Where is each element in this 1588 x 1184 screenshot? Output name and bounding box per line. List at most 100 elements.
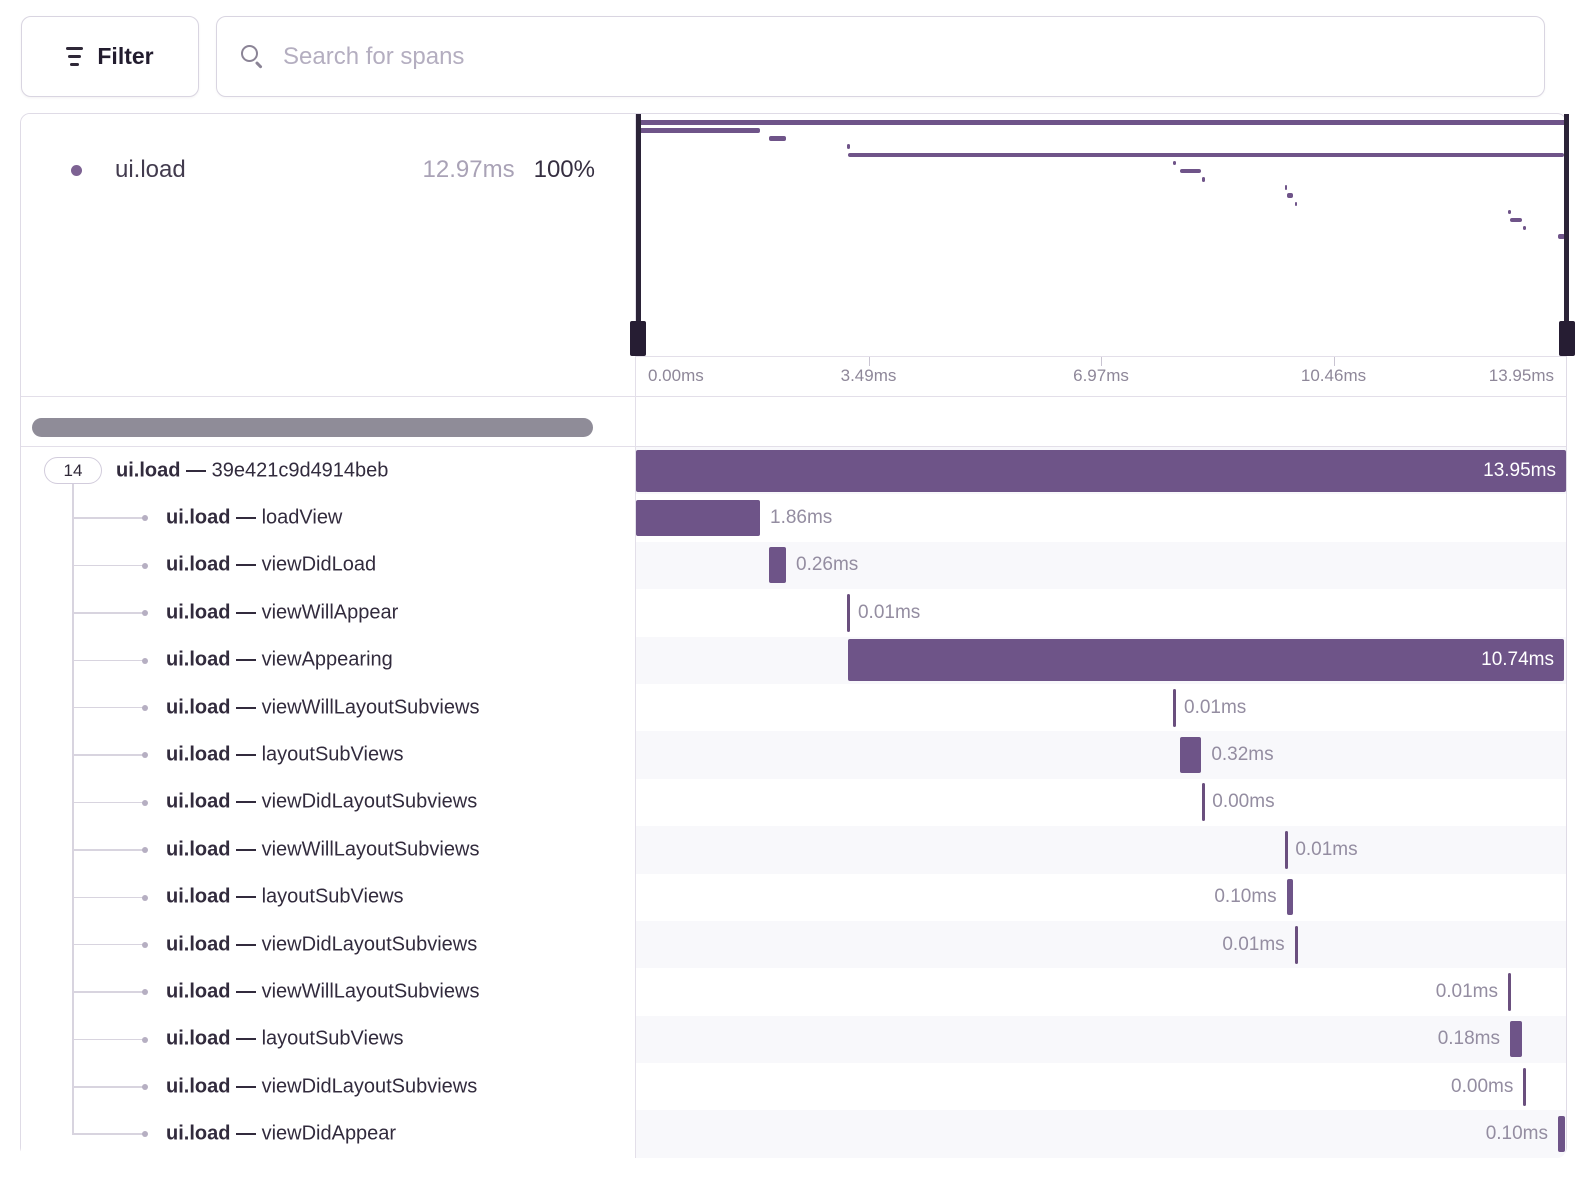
minimap-span-bar	[769, 136, 786, 141]
span-tree-cell: ui.load — viewDidLayoutSubviews	[21, 779, 635, 826]
span-search[interactable]	[216, 16, 1545, 97]
span-row[interactable]: 14 ui.load — 39e421c9d4914beb 13.95ms	[21, 447, 1566, 494]
tree-connector-dot	[142, 752, 148, 758]
axis-tick-mark	[1101, 357, 1102, 366]
span-title-separator: —	[230, 554, 261, 576]
viewport-left-handle[interactable]	[630, 321, 646, 356]
span-duration-bar[interactable]	[1285, 831, 1288, 869]
span-title-separator: —	[230, 791, 261, 813]
span-tree-cell: ui.load — loadView	[21, 494, 635, 541]
span-title-separator: —	[230, 744, 261, 766]
span-duration-bar[interactable]	[1508, 973, 1511, 1011]
axis-tick-mark	[869, 357, 870, 366]
span-title: ui.load — viewDidLayoutSubviews	[166, 933, 477, 956]
span-op: ui.load	[166, 744, 230, 766]
span-duration-bar[interactable]	[1558, 1116, 1565, 1152]
minimap-span-bar	[1295, 202, 1298, 207]
span-title-separator: —	[230, 507, 261, 529]
span-row[interactable]: ui.load — viewWillAppear0.01ms	[21, 589, 1566, 636]
tree-connector	[72, 565, 144, 567]
tree-connector	[72, 660, 144, 662]
tree-connector	[72, 849, 144, 851]
span-row[interactable]: ui.load — viewDidLayoutSubviews0.00ms	[21, 1063, 1566, 1110]
axis-tick-label: 10.46ms	[1301, 366, 1366, 386]
span-description: viewDidLayoutSubviews	[262, 791, 478, 813]
span-row[interactable]: ui.load — viewDidLayoutSubviews 0.01ms	[21, 921, 1566, 968]
span-title-separator: —	[180, 459, 211, 481]
span-duration-label: 1.86ms	[770, 507, 832, 529]
span-row[interactable]: ui.load — viewDidLoad0.26ms	[21, 542, 1566, 589]
span-duration-bar[interactable]	[1180, 737, 1201, 773]
span-duration-bar[interactable]	[1295, 926, 1298, 964]
span-title: ui.load — viewDidLayoutSubviews	[166, 1075, 477, 1098]
span-duration-bar[interactable]	[1173, 689, 1176, 727]
span-duration-bar[interactable]	[636, 500, 760, 536]
span-row[interactable]: ui.load — viewWillLayoutSubviews0.01ms	[21, 684, 1566, 731]
span-bar-cell: 0.00ms	[635, 779, 1566, 826]
ops-legend: ui.load 12.97ms 100%	[21, 114, 635, 356]
minimap-span-bar	[636, 128, 760, 133]
span-title-separator: —	[230, 886, 261, 908]
span-op: ui.load	[166, 649, 230, 671]
span-duration-label: 0.32ms	[1211, 744, 1273, 766]
span-op: ui.load	[166, 554, 230, 576]
tree-connector-dot	[142, 847, 148, 853]
span-description: loadView	[262, 507, 343, 529]
span-tree-cell: ui.load — viewWillLayoutSubviews	[21, 968, 635, 1015]
span-bar-cell: 0.10ms	[635, 1110, 1566, 1157]
minimap-span-bar	[1510, 218, 1522, 223]
axis-tick-label: 3.49ms	[841, 366, 897, 386]
minimap-span-bar	[1508, 210, 1511, 215]
span-row[interactable]: ui.load — viewWillLayoutSubviews0.01ms	[21, 826, 1566, 873]
span-duration-bar[interactable]	[847, 594, 850, 632]
span-duration-bar[interactable]	[1510, 1021, 1522, 1057]
span-duration-bar[interactable]	[769, 547, 786, 583]
span-title-separator: —	[230, 980, 261, 1002]
span-title: ui.load — layoutSubViews	[166, 1028, 404, 1051]
span-row[interactable]: ui.load — layoutSubViews 0.32ms	[21, 731, 1566, 778]
span-duration-label: 0.01ms	[1222, 934, 1284, 956]
span-title-separator: —	[230, 1075, 261, 1097]
tree-connector	[72, 612, 144, 614]
span-title: ui.load — 39e421c9d4914beb	[116, 459, 388, 482]
legend-row-ui-load: ui.load 12.97ms 100%	[71, 156, 595, 184]
span-row[interactable]: ui.load — viewWillLayoutSubviews0.01ms	[21, 968, 1566, 1015]
trace-waterfall-panel: ui.load 12.97ms 100% 0.00ms3.49ms6.97ms1…	[20, 113, 1567, 1157]
search-input[interactable]	[283, 43, 1520, 71]
span-row[interactable]: ui.load — layoutSubViews0.10ms	[21, 874, 1566, 921]
span-bar-cell: 0.01ms	[635, 589, 1566, 636]
span-description: layoutSubViews	[262, 744, 404, 766]
toolbar: Filter	[21, 16, 1545, 97]
span-op: ui.load	[116, 459, 180, 481]
trace-minimap[interactable]	[636, 114, 1566, 356]
span-row[interactable]: ui.load — loadView 1.86ms	[21, 494, 1566, 541]
time-axis-track: 0.00ms3.49ms6.97ms10.46ms13.95ms	[635, 356, 1566, 396]
span-tree-cell: ui.load — layoutSubViews	[21, 731, 635, 778]
span-op: ui.load	[166, 507, 230, 529]
span-op: ui.load	[166, 1028, 230, 1050]
child-count-badge[interactable]: 14	[44, 457, 102, 484]
tree-connector-dot	[142, 705, 148, 711]
horizontal-scrollbar-thumb[interactable]	[32, 418, 593, 437]
span-description: viewWillLayoutSubviews	[262, 696, 480, 718]
tree-connector	[72, 1133, 144, 1135]
span-row[interactable]: ui.load — viewDidLayoutSubviews0.00ms	[21, 779, 1566, 826]
span-duration-bar[interactable]: 13.95ms	[636, 450, 1566, 492]
span-row[interactable]: ui.load — viewAppearing10.74ms	[21, 637, 1566, 684]
span-row[interactable]: ui.load — layoutSubViews0.18ms	[21, 1016, 1566, 1063]
scroll-row	[21, 396, 1566, 447]
span-op: ui.load	[166, 696, 230, 718]
span-row[interactable]: ui.load — viewDidAppear0.10ms	[21, 1110, 1566, 1157]
span-tree-cell: ui.load — viewDidLayoutSubviews	[21, 921, 635, 968]
span-duration-bar[interactable]: 10.74ms	[848, 639, 1564, 681]
span-duration-bar[interactable]	[1523, 1068, 1526, 1106]
viewport-right-handle[interactable]	[1559, 321, 1575, 356]
filter-button[interactable]: Filter	[21, 16, 199, 97]
span-duration-bar[interactable]	[1202, 783, 1205, 821]
tree-connector	[72, 517, 144, 519]
span-title: ui.load — viewDidLoad	[166, 554, 376, 577]
span-tree-cell: ui.load — viewDidAppear	[21, 1110, 635, 1157]
tree-connector-dot	[142, 610, 148, 616]
span-duration-bar[interactable]	[1287, 879, 1294, 915]
span-title-separator: —	[230, 1028, 261, 1050]
